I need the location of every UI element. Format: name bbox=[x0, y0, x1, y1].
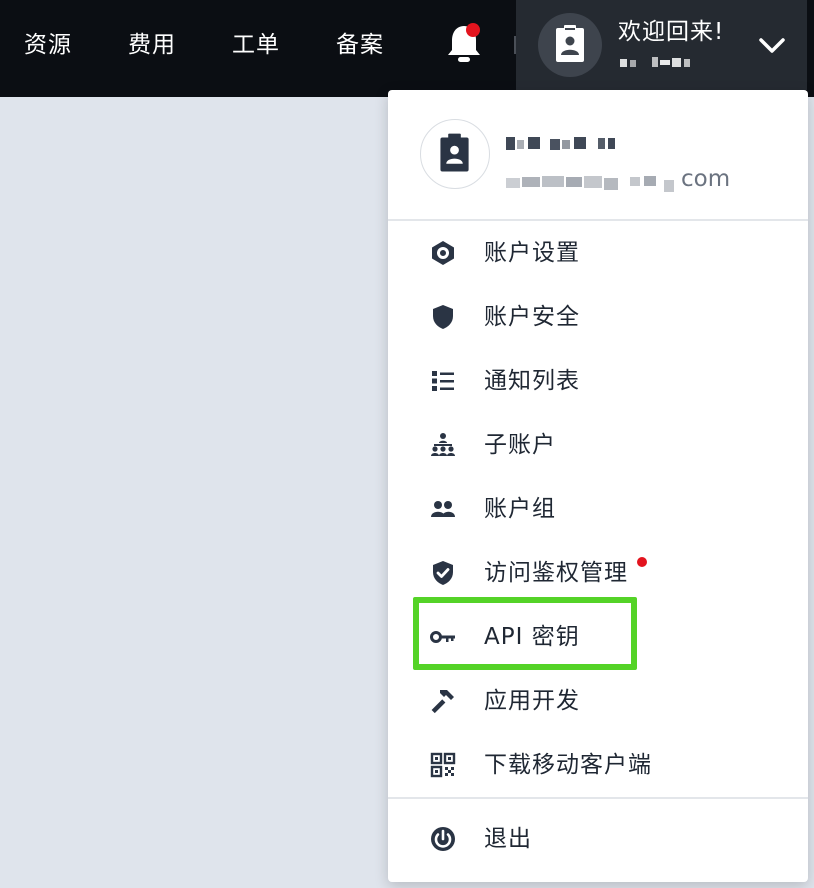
nav-item-filing[interactable]: 备案 bbox=[336, 0, 384, 90]
menu-item-label: 账户安全 bbox=[484, 304, 580, 330]
notification-badge bbox=[466, 23, 480, 37]
menu-item-notification-list[interactable]: 通知列表 bbox=[388, 349, 808, 413]
top-navbar: 资源 费用 工单 备案 欢迎回来! bbox=[0, 0, 814, 97]
qr-code-icon bbox=[430, 752, 456, 778]
new-badge-dot bbox=[637, 557, 647, 567]
menu-item-download-mobile-app[interactable]: 下载移动客户端 bbox=[388, 733, 808, 797]
menu-item-account-settings[interactable]: 账户设置 bbox=[388, 221, 808, 285]
menu-divider bbox=[388, 797, 808, 799]
menu-item-account-groups[interactable]: 账户组 bbox=[388, 477, 808, 541]
hexagon-gear-icon bbox=[432, 241, 454, 265]
user-avatar bbox=[538, 13, 602, 77]
menu-item-label: 应用开发 bbox=[484, 688, 580, 714]
user-badge-icon bbox=[440, 133, 469, 172]
menu-item-sub-accounts[interactable]: 子账户 bbox=[388, 413, 808, 477]
menu-item-label: 下载移动客户端 bbox=[484, 752, 652, 778]
key-icon bbox=[430, 631, 455, 643]
logout-button[interactable]: 退出 bbox=[388, 807, 808, 871]
logout-label: 退出 bbox=[484, 826, 532, 852]
user-dropdown-menu: com 账户设置 账户安全 通知列表 子账户 账户组 访问鉴权管理 API 密钥… bbox=[388, 90, 808, 882]
shield-check-icon bbox=[433, 561, 453, 585]
list-icon bbox=[432, 371, 454, 391]
profile-avatar bbox=[420, 119, 490, 189]
profile-name-blurred bbox=[506, 137, 615, 150]
menu-item-label: 通知列表 bbox=[484, 368, 580, 394]
profile-email-domain: com bbox=[681, 166, 731, 192]
menu-item-label: API 密钥 bbox=[484, 624, 580, 650]
menu-item-label: 账户组 bbox=[484, 496, 556, 522]
user-menu-trigger[interactable]: 欢迎回来! bbox=[516, 0, 807, 90]
welcome-text: 欢迎回来! bbox=[618, 19, 725, 45]
power-icon bbox=[431, 827, 455, 851]
shield-icon bbox=[433, 305, 453, 329]
nav-item-resources[interactable]: 资源 bbox=[24, 0, 72, 90]
user-name-blurred bbox=[620, 57, 690, 67]
menu-item-label: 访问鉴权管理 bbox=[484, 560, 628, 586]
user-badge-icon bbox=[556, 25, 584, 62]
dropdown-menu-list: 账户设置 账户安全 通知列表 子账户 账户组 访问鉴权管理 API 密钥 应用开… bbox=[388, 221, 808, 797]
profile-header: com bbox=[388, 90, 808, 221]
nav-item-billing[interactable]: 费用 bbox=[128, 0, 176, 90]
menu-item-access-management[interactable]: 访问鉴权管理 bbox=[388, 541, 808, 605]
group-icon bbox=[431, 501, 455, 517]
menu-item-app-development[interactable]: 应用开发 bbox=[388, 669, 808, 733]
profile-email-blurred bbox=[506, 176, 674, 192]
hammer-icon bbox=[431, 690, 454, 714]
menu-item-label: 账户设置 bbox=[484, 240, 580, 266]
nav-item-tickets[interactable]: 工单 bbox=[232, 0, 280, 90]
menu-item-api-keys[interactable]: API 密钥 bbox=[388, 605, 808, 669]
menu-item-account-security[interactable]: 账户安全 bbox=[388, 285, 808, 349]
org-tree-icon bbox=[431, 433, 455, 456]
chevron-down-icon[interactable] bbox=[756, 30, 788, 62]
menu-item-label: 子账户 bbox=[484, 432, 556, 458]
